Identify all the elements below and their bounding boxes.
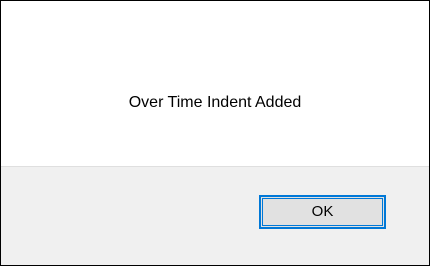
dialog-message: Over Time Indent Added (128, 94, 302, 111)
dialog-content: Over Time Indent Added (1, 1, 429, 166)
ok-button[interactable]: OK (259, 195, 386, 229)
ok-button-label: OK (311, 203, 334, 220)
message-dialog: ✕ Over Time Indent Added OK (0, 0, 430, 266)
dialog-footer: OK (1, 166, 429, 265)
